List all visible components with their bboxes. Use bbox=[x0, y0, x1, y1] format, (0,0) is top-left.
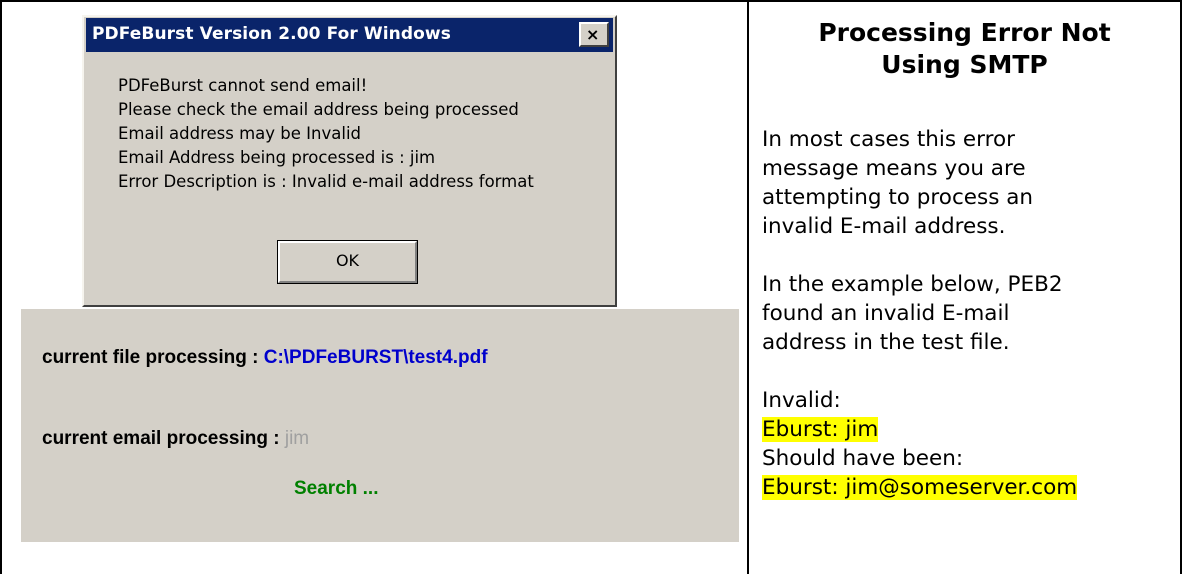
email-value: jim bbox=[284, 428, 310, 449]
message-line: Error Description is : Invalid e-mail ad… bbox=[118, 172, 534, 191]
file-path: C:\PDFeBURST\test4.pdf bbox=[263, 347, 488, 368]
close-icon: × bbox=[586, 25, 600, 44]
should-label: Should have been: bbox=[762, 446, 964, 471]
message-line: Please check the email address being pro… bbox=[118, 100, 519, 119]
article-heading: Processing Error Not Using SMTP bbox=[818, 18, 1111, 79]
message-line: PDFeBurst cannot send email! bbox=[118, 76, 368, 95]
table-top-border bbox=[0, 0, 1182, 2]
paragraph-2: In the example below, PEB2 found an inva… bbox=[762, 272, 1063, 355]
article-cell: Processing Error Not Using SMTP In most … bbox=[762, 15, 1167, 502]
dialog-titlebar[interactable]: PDFeBurst Version 2.00 For Windows × bbox=[86, 18, 613, 52]
file-status-label: current file processing : bbox=[42, 347, 264, 368]
valid-example: Eburst: jim@someserver.com bbox=[762, 475, 1078, 500]
ok-button[interactable]: OK bbox=[277, 240, 418, 284]
search-status: Search ... bbox=[294, 478, 379, 499]
paragraph-1: In most cases this error message means y… bbox=[762, 127, 1034, 239]
dialog-title: PDFeBurst Version 2.00 For Windows bbox=[92, 24, 451, 44]
example-block: Invalid: Eburst: jim Should have been: E… bbox=[762, 386, 1167, 502]
app-window-background bbox=[21, 309, 739, 542]
table-left-border bbox=[0, 0, 2, 574]
email-status-label: current email processing : bbox=[42, 428, 285, 449]
message-line: Email Address being processed is : jim bbox=[118, 148, 436, 167]
close-button[interactable]: × bbox=[579, 22, 609, 47]
email-status: current email processing : jim bbox=[42, 428, 309, 450]
invalid-label: Invalid: bbox=[762, 388, 841, 413]
error-dialog: PDFeBurst Version 2.00 For Windows × PDF… bbox=[82, 15, 617, 307]
ok-button-label: OK bbox=[335, 251, 360, 270]
invalid-example: Eburst: jim bbox=[762, 417, 879, 442]
table-middle-border bbox=[747, 0, 749, 574]
file-status: current file processing : C:\PDFeBURST\t… bbox=[42, 347, 488, 369]
dialog-message: PDFeBurst cannot send email! Please chec… bbox=[118, 74, 608, 194]
message-line: Email address may be Invalid bbox=[118, 124, 361, 143]
app-screenshot: PDFeBurst Version 2.00 For Windows × PDF… bbox=[21, 15, 739, 542]
